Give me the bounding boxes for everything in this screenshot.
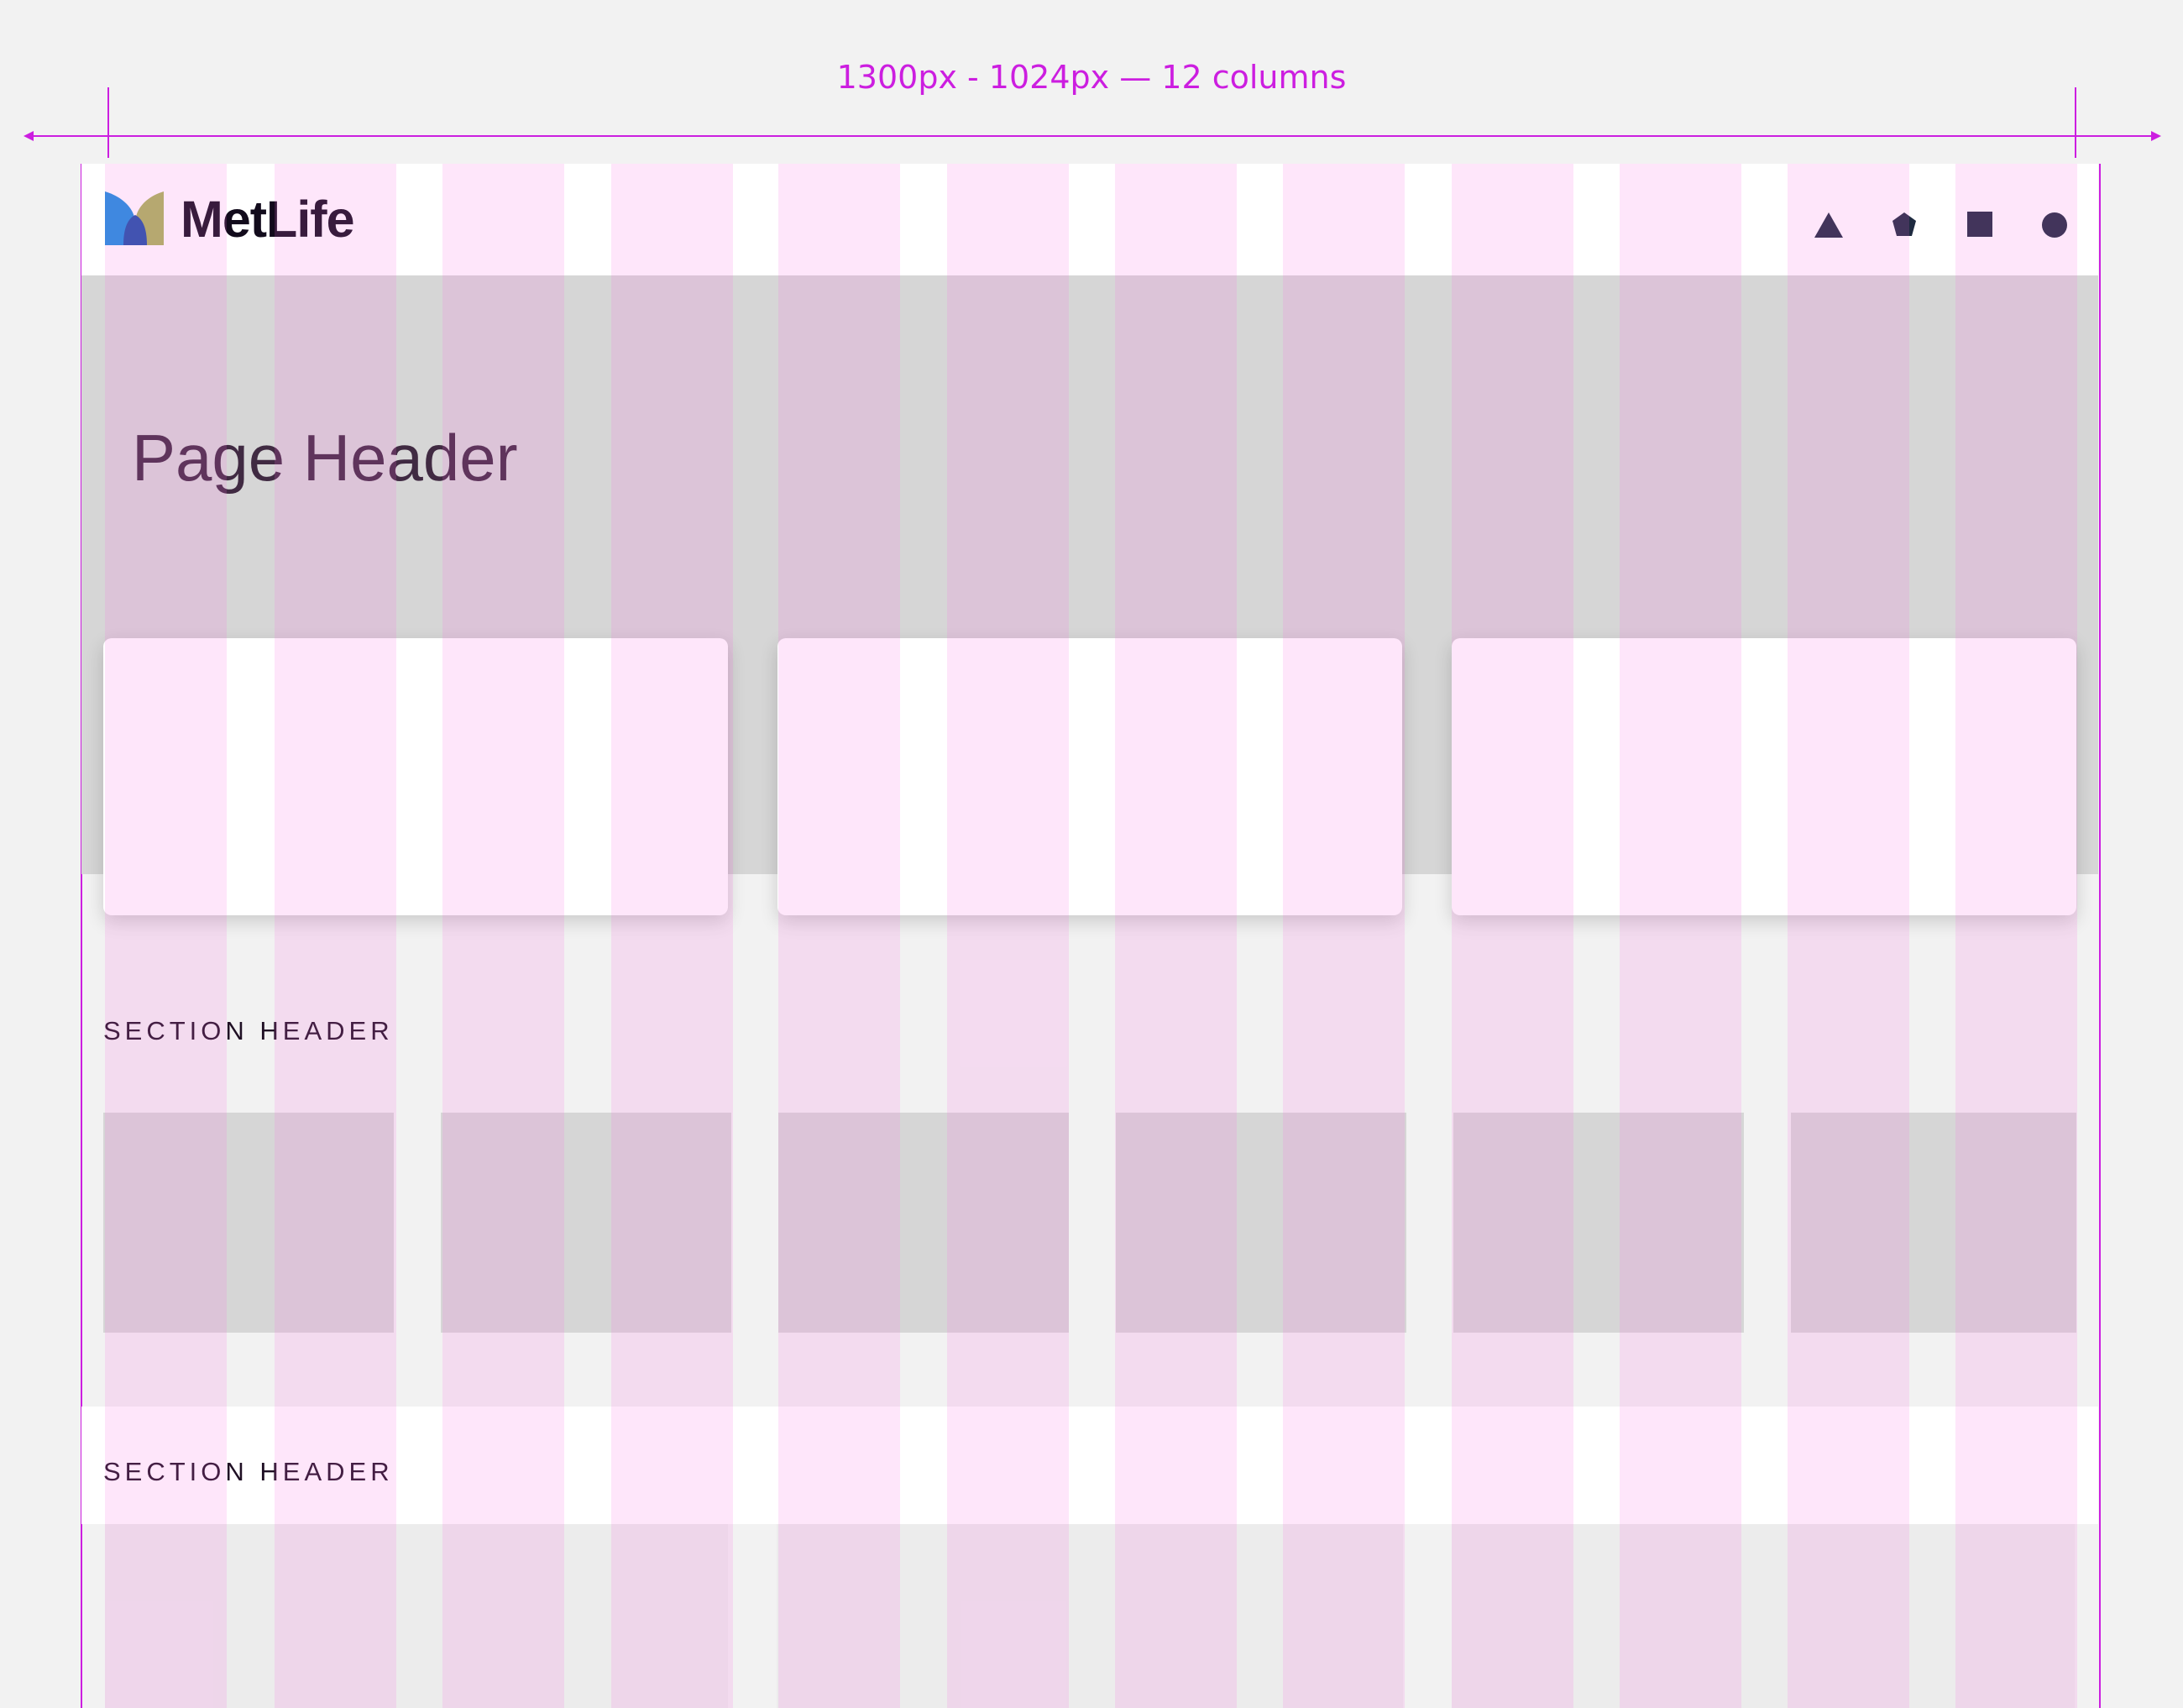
grid-column bbox=[778, 164, 900, 1708]
grid-column bbox=[1283, 164, 1405, 1708]
measure-tick-right bbox=[2075, 87, 2076, 158]
grid-column bbox=[1620, 164, 1741, 1708]
grid-column bbox=[442, 164, 564, 1708]
measure-tick-left bbox=[107, 87, 109, 158]
grid-column bbox=[105, 164, 227, 1708]
measure-line bbox=[27, 135, 2159, 137]
measure-arrow-right bbox=[2151, 131, 2161, 141]
grid-column bbox=[1452, 164, 1573, 1708]
grid-column bbox=[947, 164, 1069, 1708]
grid-measure-label: 1300px - 1024px — 12 columns bbox=[836, 59, 1347, 96]
measure-arrow-left bbox=[24, 131, 34, 141]
grid-column bbox=[1115, 164, 1237, 1708]
grid-column bbox=[1788, 164, 1909, 1708]
grid-column bbox=[275, 164, 396, 1708]
grid-column bbox=[611, 164, 733, 1708]
grid-column bbox=[1955, 164, 2077, 1708]
page-layout-mockup: MetLife Page Header SECTION HEADER SECTI… bbox=[81, 164, 2098, 1708]
page-frame-right-guide bbox=[2099, 164, 2101, 1708]
